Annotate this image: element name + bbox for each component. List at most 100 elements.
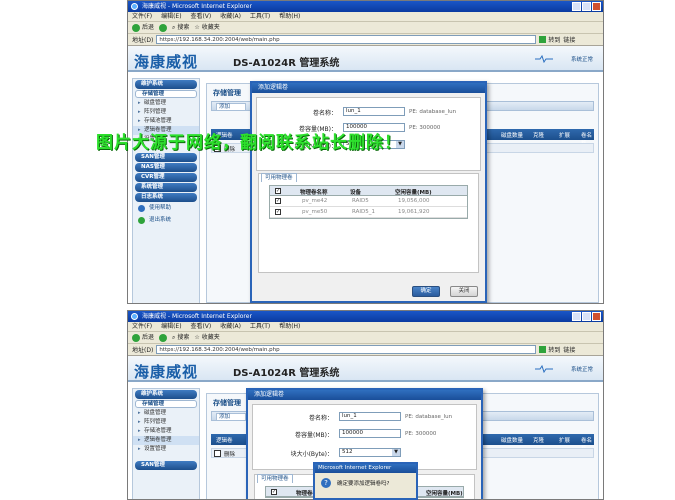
menu-file[interactable]: 文件(F) (132, 13, 152, 20)
address-input[interactable]: https://192.168.34.200:2004/web/main.php (156, 35, 537, 44)
sidebar-item-array[interactable]: 阵列管理 (133, 108, 199, 117)
menu-favorites[interactable]: 收藏(A) (220, 13, 241, 20)
sidebar-item-storage[interactable]: 存储管理 (135, 400, 197, 408)
search-button[interactable]: ⌕ 搜索 (172, 22, 189, 34)
block-size-select[interactable]: 512 ▼ (343, 140, 405, 149)
confirm-message: 确定要添加逻辑卷吗? (337, 481, 390, 487)
go-button[interactable]: 转到 (539, 35, 560, 44)
capacity-hint: PE: 300000 (405, 431, 437, 437)
menu-edit[interactable]: 编辑(E) (161, 323, 181, 330)
sidebar-group-maintenance[interactable]: 维护系统 (135, 390, 197, 399)
sidebar-item-array[interactable]: 阵列管理 (133, 418, 199, 427)
sidebar-item-volume[interactable]: 逻辑卷管理 (133, 436, 199, 445)
links-label[interactable]: 链接 (563, 35, 575, 44)
volume-name-hint: PE: database_lun (409, 109, 457, 115)
select-all-checkbox[interactable] (214, 450, 221, 457)
sidebar-group-system[interactable]: 系统管理 (135, 183, 197, 192)
sidebar-group-maintenance[interactable]: 维护系统 (135, 80, 197, 89)
address-bar: 地址(D) https://192.168.34.200:2004/web/ma… (128, 344, 603, 356)
delete-button[interactable]: 删除 (224, 450, 235, 458)
sidebar-group-log[interactable]: 日志系统 (135, 193, 197, 202)
sidebar-item-storage[interactable]: 存储管理 (135, 90, 197, 98)
back-button[interactable]: 后退 (132, 22, 154, 34)
go-button[interactable]: 转到 (539, 345, 560, 354)
col-clone: 克隆 (533, 438, 545, 444)
menu-file[interactable]: 文件(F) (132, 323, 152, 330)
pv-select-all-checkbox[interactable]: ✓ (275, 188, 281, 194)
forward-button[interactable] (159, 333, 168, 342)
system-status[interactable]: 系统正常 (571, 365, 593, 373)
delete-button[interactable]: 删除 (224, 145, 235, 153)
sidebar-item-pool[interactable]: 存储池管理 (133, 427, 199, 436)
sidebar-item-settings[interactable]: 设置管理 (133, 135, 199, 144)
favorites-button[interactable]: ☆ 收藏夹 (194, 332, 219, 344)
search-button[interactable]: ⌕ 搜索 (172, 332, 189, 344)
add-tab[interactable]: 添加 (216, 103, 246, 111)
col-disk-count: 磁盘数量 (501, 133, 524, 139)
menu-tools[interactable]: 工具(T) (250, 323, 270, 330)
menu-help[interactable]: 帮助(H) (279, 323, 300, 330)
capacity-input[interactable]: 100000 (343, 123, 405, 132)
sidebar-item-disk[interactable]: 磁盘管理 (133, 99, 199, 108)
table-row[interactable]: ✓ pv_me42 RAID5 19,056,000 (270, 196, 467, 207)
pv-select-all-checkbox[interactable]: ✓ (271, 489, 277, 495)
menu-help[interactable]: 帮助(H) (279, 13, 300, 20)
close-icon[interactable] (592, 312, 601, 321)
sidebar-item-disk[interactable]: 磁盘管理 (133, 409, 199, 418)
menu-favorites[interactable]: 收藏(A) (220, 323, 241, 330)
sidebar-group-san[interactable]: SAN管理 (135, 153, 197, 162)
ok-button[interactable]: 确定 (412, 286, 440, 297)
menu-tools[interactable]: 工具(T) (250, 13, 270, 20)
dialog-title: 添加逻辑卷 (252, 83, 485, 93)
pv-row-checkbox[interactable]: ✓ (275, 209, 281, 215)
volume-name-input[interactable]: lun_1 (339, 412, 401, 421)
address-input[interactable]: https://192.168.34.200:2004/web/main.php (156, 345, 537, 354)
links-label[interactable]: 链接 (563, 345, 575, 354)
page-title: 存储管理 (213, 89, 241, 97)
capacity-input[interactable]: 100000 (339, 429, 401, 438)
back-button[interactable]: 后退 (132, 332, 154, 344)
help-link[interactable]: 使用帮助 (133, 202, 199, 214)
menu-edit[interactable]: 编辑(E) (161, 13, 181, 20)
star-icon: ☆ (194, 23, 200, 31)
col-volume-tab: 逻辑卷 (216, 438, 233, 444)
add-tab[interactable]: 添加 (216, 413, 246, 421)
pv-tab[interactable]: 可用物理卷 (257, 474, 293, 483)
close-icon[interactable] (592, 2, 601, 11)
sidebar-item-pool[interactable]: 存储池管理 (133, 117, 199, 126)
go-arrow-icon (539, 36, 547, 43)
pv-tab[interactable]: 可用物理卷 (261, 173, 297, 182)
browser-toolbar: 后退 ⌕ 搜索 ☆ 收藏夹 (128, 332, 603, 344)
sidebar-group-san[interactable]: SAN管理 (135, 461, 197, 470)
app-header: 海康威视 DS-A1024R 管理系统 系统正常 (128, 356, 603, 382)
browser-window-top: 海康威视 - Microsoft Internet Explorer 文件(F)… (127, 0, 604, 304)
sidebar-item-volume[interactable]: 逻辑卷管理 (133, 126, 199, 135)
forward-button[interactable] (159, 23, 168, 32)
window-titlebar: 海康威视 - Microsoft Internet Explorer (128, 1, 603, 12)
pv-name: pv_me50 (302, 209, 328, 215)
block-size-label: 块大小(Byte)： (294, 143, 337, 150)
volume-name-input[interactable]: lun_1 (343, 107, 405, 116)
block-size-select[interactable]: 512 ▼ (339, 448, 401, 457)
capacity-label: 卷容量(MB)： (299, 126, 337, 133)
maximize-icon[interactable] (582, 2, 591, 11)
exit-link[interactable]: 退出系统 (133, 214, 199, 226)
menu-view[interactable]: 查看(V) (190, 13, 211, 20)
maximize-icon[interactable] (582, 312, 591, 321)
select-all-checkbox[interactable] (214, 145, 221, 152)
sidebar-group-cvr[interactable]: CVR管理 (135, 173, 197, 182)
sidebar-group-nas[interactable]: NAS管理 (135, 163, 197, 172)
menu-view[interactable]: 查看(V) (190, 323, 211, 330)
pulse-icon (535, 55, 553, 63)
cancel-button[interactable]: 关闭 (450, 286, 478, 297)
sidebar-item-settings[interactable]: 设置管理 (133, 445, 199, 454)
minimize-icon[interactable] (572, 2, 581, 11)
physical-volume-panel: 可用物理卷 ✓ 物理卷名称 设备 空闲容量(MB) ✓ pv_me42 RAID… (258, 173, 479, 273)
table-row[interactable]: ✓ pv_me50 RAID5_1 19,061,920 (270, 207, 467, 218)
minimize-icon[interactable] (572, 312, 581, 321)
system-status[interactable]: 系统正常 (571, 55, 593, 63)
pv-row-checkbox[interactable]: ✓ (275, 198, 281, 204)
window-titlebar: 海康威视 - Microsoft Internet Explorer (128, 311, 603, 322)
ie-icon (131, 3, 138, 10)
favorites-button[interactable]: ☆ 收藏夹 (194, 22, 219, 34)
